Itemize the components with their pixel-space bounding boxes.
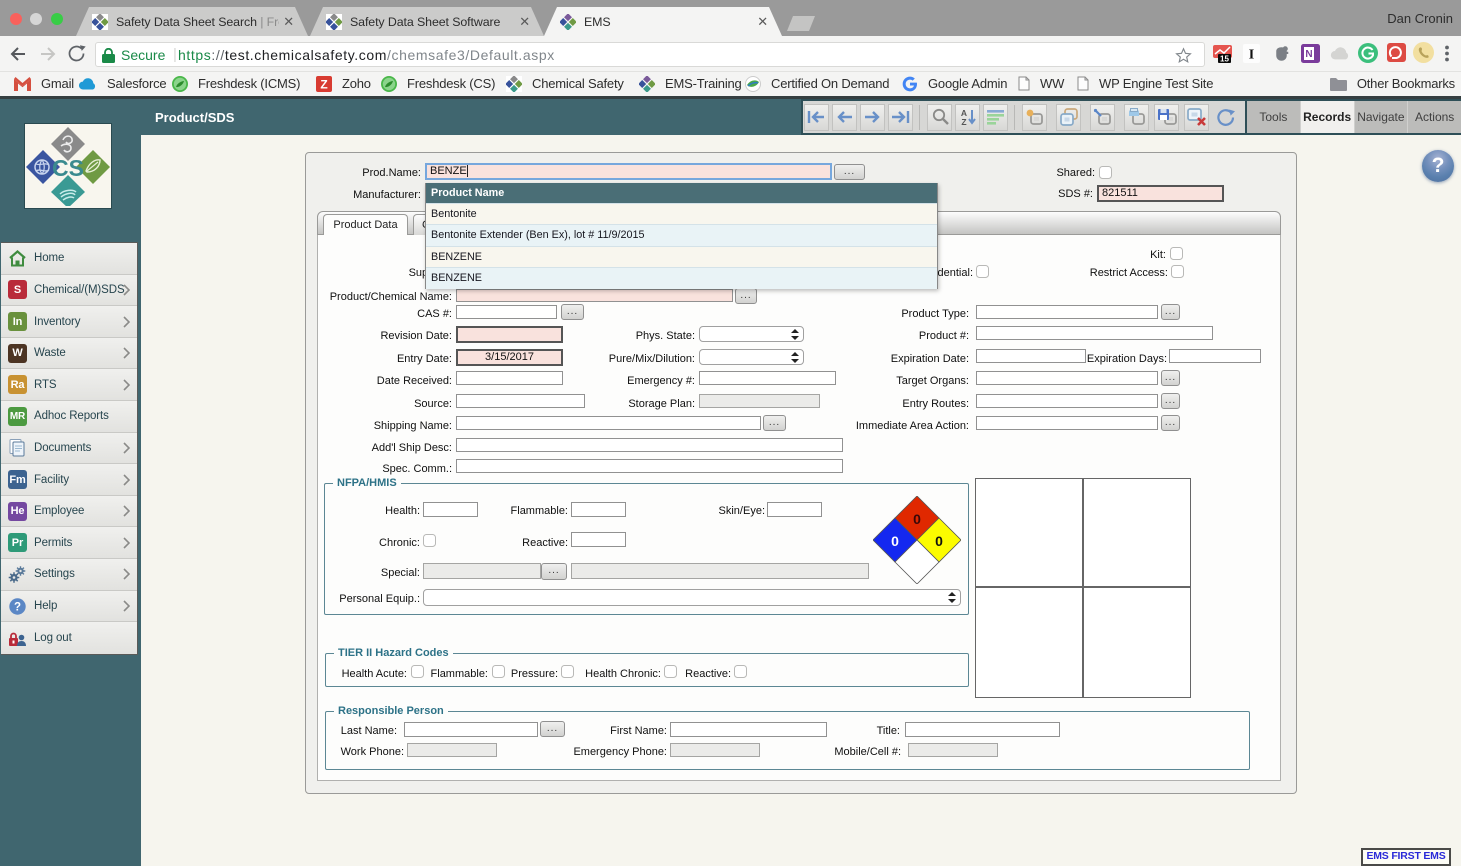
svg-text:CS: CS — [52, 155, 84, 181]
svg-text:0: 0 — [891, 533, 899, 549]
svg-text:N: N — [1305, 49, 1312, 60]
svg-text:0: 0 — [913, 511, 921, 527]
svg-text:15: 15 — [1220, 55, 1229, 64]
svg-text:Z: Z — [961, 117, 966, 126]
svg-text:0: 0 — [935, 533, 943, 549]
svg-text:?: ? — [14, 601, 21, 613]
svg-text:I: I — [1249, 48, 1254, 63]
svg-text:Z: Z — [320, 77, 327, 91]
